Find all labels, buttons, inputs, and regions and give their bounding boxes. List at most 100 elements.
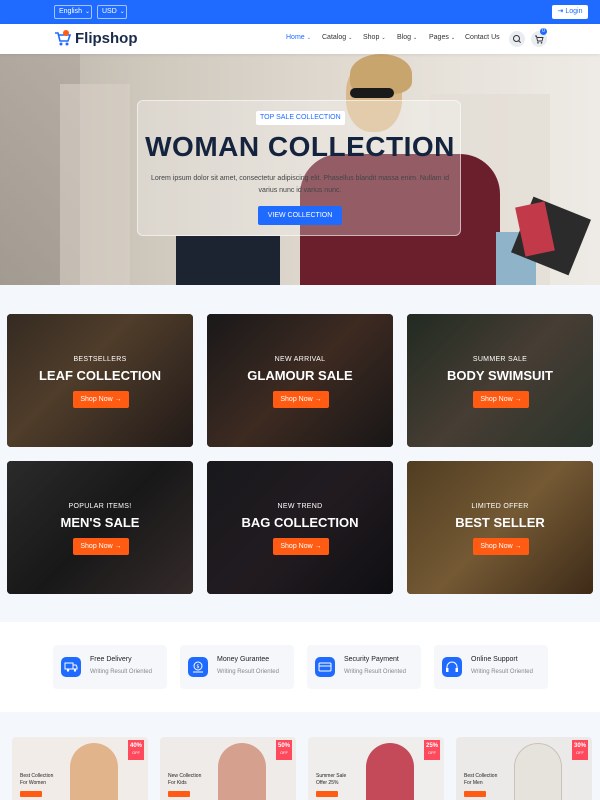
shop-now-button[interactable]: Shop Now → xyxy=(473,538,529,555)
shop-now-button[interactable]: Shop Now → xyxy=(273,538,329,555)
chevron-down-icon: ⌄ xyxy=(306,35,311,41)
category-card-glamour[interactable]: NEW ARRIVAL GLAMOUR SALE Shop Now → xyxy=(207,314,393,447)
cart-logo-icon[interactable] xyxy=(54,30,72,47)
nav-pages[interactable]: Pages ⌄ xyxy=(429,34,455,41)
category-card-best-seller[interactable]: LIMITED OFFER BEST SELLER Shop Now → xyxy=(407,461,593,594)
promo-text: New Collection For Kids xyxy=(168,773,201,787)
promo-shop-button[interactable] xyxy=(168,791,190,797)
arrow-right-icon: → xyxy=(114,396,122,403)
discount-badge: 30% OFF xyxy=(572,740,588,760)
feature-subtitle: Writing Result Oriented xyxy=(471,669,533,675)
shop-now-button[interactable]: Shop Now → xyxy=(273,391,329,408)
category-subtitle: LIMITED OFFER xyxy=(471,503,529,510)
nav-contact[interactable]: Contact Us xyxy=(465,34,500,41)
currency-value: USD xyxy=(102,8,117,15)
category-card-swimsuit[interactable]: SUMMER SALE BODY SWIMSUIT Shop Now → xyxy=(407,314,593,447)
headset-icon xyxy=(442,657,462,677)
promo-shop-button[interactable] xyxy=(20,791,42,797)
hero-tag: TOP SALE COLLECTION xyxy=(256,111,345,125)
category-subtitle: POPULAR ITEMS! xyxy=(68,503,132,510)
promo-line2: For Women xyxy=(20,780,47,786)
shop-now-label: Shop Now xyxy=(280,543,313,550)
promo-shop-button[interactable] xyxy=(316,791,338,797)
cart-count-badge: 0 xyxy=(540,28,547,35)
feature-security-payment: Security Payment Writing Result Oriented xyxy=(307,645,421,689)
feature-subtitle: Writing Result Oriented xyxy=(344,669,406,675)
nav-catalog[interactable]: Catalog ⌄ xyxy=(322,34,352,41)
promo-text: Best Collection For Men xyxy=(464,773,497,787)
discount-value: 25% xyxy=(425,743,438,749)
promo-line1: Best Collection xyxy=(464,773,498,779)
category-subtitle: NEW TREND xyxy=(277,503,323,510)
feature-title: Online Support xyxy=(471,656,518,663)
discount-badge: 40% OFF xyxy=(128,740,144,760)
promo-shop-button[interactable] xyxy=(464,791,486,797)
discount-label: OFF xyxy=(132,750,140,755)
shop-now-button[interactable]: Shop Now → xyxy=(73,538,129,555)
category-title: GLAMOUR SALE xyxy=(247,368,353,383)
brand-name[interactable]: Flipshop xyxy=(75,30,138,47)
nav-label: Home xyxy=(286,34,305,41)
category-card-mens[interactable]: POPULAR ITEMS! MEN'S SALE Shop Now → xyxy=(7,461,193,594)
nav-blog[interactable]: Blog ⌄ xyxy=(397,34,417,41)
feature-free-delivery: Free Delivery Writing Result Oriented xyxy=(53,645,167,689)
category-subtitle: NEW ARRIVAL xyxy=(274,356,326,363)
login-button[interactable]: ⇥ Login xyxy=(552,5,588,19)
feature-subtitle: Writing Result Oriented xyxy=(217,669,279,675)
promo-model-image xyxy=(218,743,266,800)
promo-card-women[interactable]: Best Collection For Women 40% OFF xyxy=(12,737,148,800)
promo-line2: For Men xyxy=(464,780,483,786)
language-select[interactable]: English ⌄ xyxy=(54,5,92,19)
arrow-right-icon: → xyxy=(314,543,322,550)
discount-label: OFF xyxy=(428,750,436,755)
promo-card-men[interactable]: Best Collection For Men 30% OFF xyxy=(456,737,592,800)
nav-shop[interactable]: Shop ⌄ xyxy=(363,34,386,41)
money-icon: $ xyxy=(188,657,208,677)
promo-line1: Summer Sale xyxy=(316,773,347,779)
promo-line1: New Collection xyxy=(168,773,202,779)
category-card-leaf[interactable]: BESTSELLERS LEAF COLLECTION Shop Now → xyxy=(7,314,193,447)
category-title: LEAF COLLECTION xyxy=(38,368,162,383)
feature-title: Free Delivery xyxy=(90,656,132,663)
top-bar: English ⌄ USD ⌄ ⇥ Login xyxy=(0,0,600,24)
discount-value: 40% xyxy=(129,743,142,749)
promo-card-kids[interactable]: New Collection For Kids 50% OFF xyxy=(160,737,296,800)
discount-value: 30% xyxy=(573,743,586,749)
promo-model-image xyxy=(366,743,414,800)
hero-model-sunglasses xyxy=(350,88,394,98)
nav-label: Shop xyxy=(363,34,380,41)
shop-now-label: Shop Now xyxy=(80,396,113,403)
arrow-right-icon: → xyxy=(314,396,322,403)
discount-badge: 50% OFF xyxy=(276,740,292,760)
chevron-down-icon: ⌄ xyxy=(348,35,353,41)
search-icon xyxy=(513,35,521,43)
nav-home[interactable]: Home ⌄ xyxy=(286,34,311,41)
hero-description: Lorem ipsum dolor sit amet, consectetur … xyxy=(150,175,450,194)
category-title: MEN'S SALE xyxy=(60,515,140,530)
promo-line2: For Kids xyxy=(168,780,187,786)
shop-now-button[interactable]: Shop Now → xyxy=(473,391,529,408)
promo-model-image xyxy=(514,743,562,800)
category-card-bag[interactable]: NEW TREND BAG COLLECTION Shop Now → xyxy=(207,461,393,594)
category-title: BODY SWIMSUIT xyxy=(447,368,553,383)
promo-text: Summer Sale Offer 25% xyxy=(316,773,346,787)
feature-money-guarantee: $ Money Gurantee Writing Result Oriented xyxy=(180,645,294,689)
promo-model-image xyxy=(70,743,118,800)
nav-label: Blog xyxy=(397,34,412,41)
promo-card-summer[interactable]: Summer Sale Offer 25% 25% OFF xyxy=(308,737,444,800)
feature-title: Security Payment xyxy=(344,656,399,663)
category-title: BEST SELLER xyxy=(455,515,545,530)
discount-value: 50% xyxy=(277,743,290,749)
hero-background-building xyxy=(60,84,130,285)
shop-now-label: Shop Now xyxy=(80,543,113,550)
nav-label: Pages xyxy=(429,34,449,41)
nav-label: Catalog xyxy=(322,34,347,41)
shop-now-button[interactable]: Shop Now → xyxy=(73,391,129,408)
nav-label: Contact Us xyxy=(465,34,500,41)
promo-text: Best Collection For Women xyxy=(20,773,53,787)
search-button[interactable] xyxy=(509,31,525,47)
currency-select[interactable]: USD ⌄ xyxy=(97,5,127,19)
view-collection-button[interactable]: VIEW COLLECTION xyxy=(258,206,342,225)
promo-line2: Offer 25% xyxy=(316,780,339,786)
promo-line1: Best Collection xyxy=(20,773,54,779)
